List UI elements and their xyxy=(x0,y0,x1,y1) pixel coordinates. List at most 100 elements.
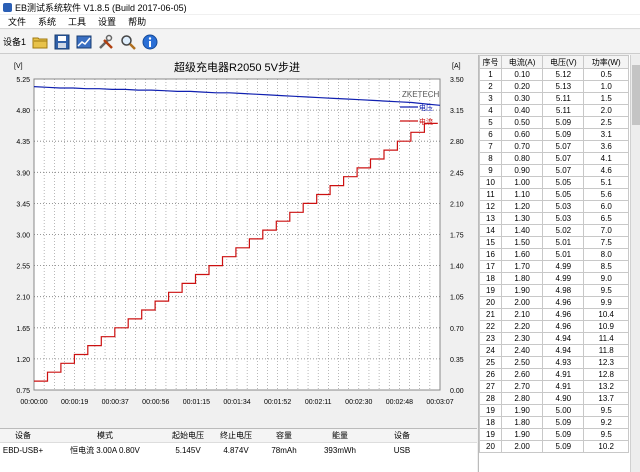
table-cell: 6.0 xyxy=(583,200,629,213)
table-cell: 10.9 xyxy=(583,320,629,333)
table-cell: 4.96 xyxy=(542,308,585,321)
table-header-cell[interactable]: 序号 xyxy=(479,55,502,69)
table-row[interactable]: 22 2.20 4.96 10.9 xyxy=(479,320,629,333)
table-row[interactable]: 18 1.80 4.99 9.0 xyxy=(479,272,629,285)
y-right-tick-label: 0.35 xyxy=(450,357,464,364)
table-row[interactable]: 26 2.60 4.91 12.8 xyxy=(479,368,629,381)
table-row[interactable]: 5 0.50 5.09 2.5 xyxy=(479,116,629,129)
y-left-tick-label: 2.55 xyxy=(16,264,30,271)
x-tick-label: 00:01:52 xyxy=(264,399,291,406)
menu-help[interactable]: 帮助 xyxy=(122,15,152,28)
table-row[interactable]: 19 1.90 5.09 9.5 xyxy=(479,428,629,441)
x-tick-label: 00:02:11 xyxy=(305,399,332,406)
table-row[interactable]: 19 1.90 5.00 9.5 xyxy=(479,404,629,417)
table-cell: 0.5 xyxy=(583,68,629,81)
table-cell: 11.4 xyxy=(583,332,629,345)
menu-tools[interactable]: 工具 xyxy=(62,15,92,28)
table-cell: 2.30 xyxy=(500,332,544,345)
table-cell: 19 xyxy=(479,428,502,441)
table-row[interactable]: 17 1.70 4.99 8.5 xyxy=(479,260,629,273)
table-cell: 6.5 xyxy=(583,212,629,225)
x-tick-label: 00:01:34 xyxy=(223,399,250,406)
table-cell: 5 xyxy=(479,116,502,129)
toolbar: 设备1 xyxy=(0,30,640,54)
table-row[interactable]: 6 0.60 5.09 3.1 xyxy=(479,128,629,141)
table-row[interactable]: 7 0.70 5.07 3.6 xyxy=(479,140,629,153)
table-cell: 8.5 xyxy=(583,260,629,273)
table-cell: 8.0 xyxy=(583,248,629,261)
y-left-tick-label: 1.20 xyxy=(16,357,30,364)
save-disk-icon[interactable] xyxy=(52,32,72,52)
table-cell: 21 xyxy=(479,308,502,321)
menu-file[interactable]: 文件 xyxy=(2,15,32,28)
table-row[interactable]: 11 1.10 5.05 5.6 xyxy=(479,188,629,201)
tools-icon[interactable] xyxy=(96,32,116,52)
menu-settings[interactable]: 设置 xyxy=(92,15,122,28)
table-row[interactable]: 24 2.40 4.94 11.8 xyxy=(479,344,629,357)
x-tick-label: 00:03:07 xyxy=(426,399,453,406)
status-header-row: 设备 模式 起始电压 终止电压 容量 能量 设备 xyxy=(0,429,477,443)
status-panel: 设备 模式 起始电压 终止电压 容量 能量 设备 EBD-USB+ 恒电流 3.… xyxy=(0,428,477,472)
table-cell: 2.70 xyxy=(500,380,544,393)
open-folder-icon[interactable] xyxy=(30,32,50,52)
table-row[interactable]: 8 0.80 5.07 4.1 xyxy=(479,152,629,165)
table-cell: 1.90 xyxy=(500,284,544,297)
table-cell: 4.6 xyxy=(583,164,629,177)
status-energy: 393mWh xyxy=(323,445,356,455)
table-header-row: 序号 电流(A) 电压(V) 功率(W) xyxy=(479,55,629,69)
scrollbar-thumb[interactable] xyxy=(632,65,640,125)
table-row[interactable]: 16 1.60 5.01 8.0 xyxy=(479,248,629,261)
status-value-row[interactable]: EBD-USB+ 恒电流 3.00A 0.80V 5.145V 4.874V 7… xyxy=(0,443,477,457)
table-row[interactable]: 2 0.20 5.13 1.0 xyxy=(479,80,629,93)
table-row[interactable]: 27 2.70 4.91 13.2 xyxy=(479,380,629,393)
table-row[interactable]: 1 0.10 5.12 0.5 xyxy=(479,68,629,81)
table-row[interactable]: 15 1.50 5.01 7.5 xyxy=(479,236,629,249)
table-row[interactable]: 28 2.80 4.90 13.7 xyxy=(479,392,629,405)
x-tick-label: 00:00:37 xyxy=(102,399,129,406)
table-cell: 5.09 xyxy=(542,128,585,141)
table-cell: 5.11 xyxy=(542,92,585,105)
table-scrollbar[interactable] xyxy=(630,55,640,472)
table-header-cell[interactable]: 电压(V) xyxy=(542,55,585,69)
table-row[interactable]: 9 0.90 5.07 4.6 xyxy=(479,164,629,177)
table-cell: 5.11 xyxy=(542,104,585,117)
table-cell: 2.80 xyxy=(500,392,544,405)
status-header-device: 设备 xyxy=(15,431,31,440)
table-cell: 4.98 xyxy=(542,284,585,297)
table-row[interactable]: 12 1.20 5.03 6.0 xyxy=(479,200,629,213)
table-cell: 1 xyxy=(479,68,502,81)
table-row[interactable]: 20 2.00 5.09 10.2 xyxy=(479,440,629,453)
table-row[interactable]: 14 1.40 5.02 7.0 xyxy=(479,224,629,237)
table-cell: 15 xyxy=(479,236,502,249)
menu-system[interactable]: 系统 xyxy=(32,15,62,28)
device-selector[interactable]: 设备1 xyxy=(3,35,26,48)
table-cell: 17 xyxy=(479,260,502,273)
table-cell: 12.3 xyxy=(583,356,629,369)
table-row[interactable]: 20 2.00 4.96 9.9 xyxy=(479,296,629,309)
table-row[interactable]: 18 1.80 5.09 9.2 xyxy=(479,416,629,429)
table-row[interactable]: 19 1.90 4.98 9.5 xyxy=(479,284,629,297)
right-axis-unit: [A] xyxy=(452,63,461,70)
table-cell: 28 xyxy=(479,392,502,405)
table-row[interactable]: 10 1.00 5.05 5.1 xyxy=(479,176,629,189)
table-row[interactable]: 21 2.10 4.96 10.4 xyxy=(479,308,629,321)
table-row[interactable]: 25 2.50 4.93 12.3 xyxy=(479,356,629,369)
status-start-voltage: 5.145V xyxy=(175,445,201,455)
status-end-voltage: 4.874V xyxy=(223,445,249,455)
table-header-cell[interactable]: 电流(A) xyxy=(500,55,544,69)
table-row[interactable]: 3 0.30 5.11 1.5 xyxy=(479,92,629,105)
chart-view-icon[interactable] xyxy=(74,32,94,52)
x-tick-label: 00:02:48 xyxy=(386,399,413,406)
table-row[interactable]: 4 0.40 5.11 2.0 xyxy=(479,104,629,117)
table-row[interactable]: 23 2.30 4.94 11.4 xyxy=(479,332,629,345)
table-header-cell[interactable]: 功率(W) xyxy=(583,55,629,69)
table-cell: 0.10 xyxy=(500,68,544,81)
table-row[interactable]: 13 1.30 5.03 6.5 xyxy=(479,212,629,225)
y-left-tick-label: 2.10 xyxy=(16,295,30,302)
y-left-tick-label: 4.80 xyxy=(16,108,30,115)
info-icon[interactable] xyxy=(140,32,160,52)
table-cell: 7.0 xyxy=(583,224,629,237)
status-header-end-voltage: 终止电压 xyxy=(220,431,252,440)
zoom-icon[interactable] xyxy=(118,32,138,52)
table-cell: 4 xyxy=(479,104,502,117)
